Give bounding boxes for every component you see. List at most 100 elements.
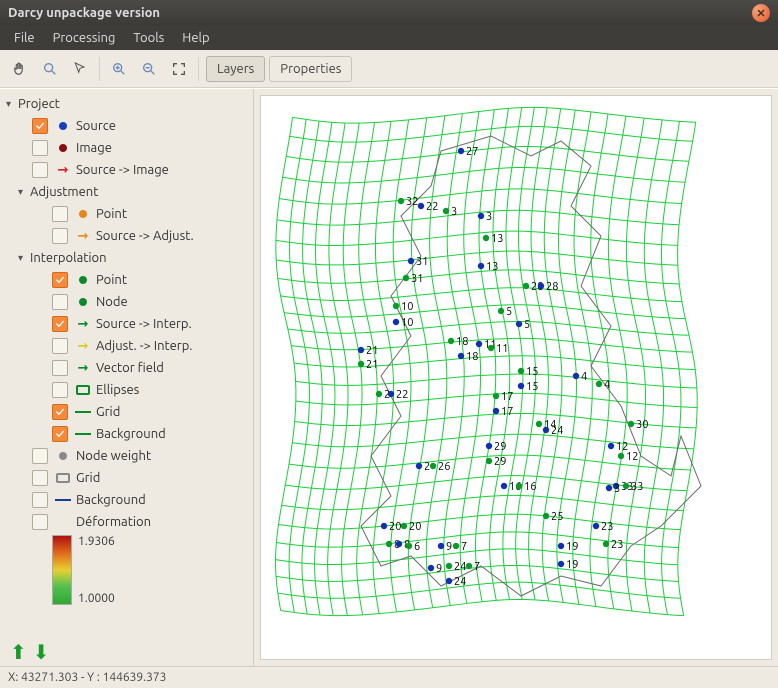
zoom-out-tool[interactable]	[135, 55, 163, 83]
item-source[interactable]: Source	[76, 119, 116, 133]
close-button[interactable]	[752, 4, 770, 22]
svg-text:11: 11	[496, 343, 508, 355]
svg-text:31: 31	[416, 256, 428, 268]
dot-icon	[79, 298, 87, 306]
svg-text:19: 19	[566, 559, 578, 571]
move-down-button[interactable]: ⬇	[33, 640, 50, 664]
svg-text:17: 17	[501, 406, 513, 418]
dot-icon	[79, 210, 87, 218]
item-int-point[interactable]: Point	[96, 273, 127, 287]
box-icon	[56, 473, 70, 483]
svg-text:20: 20	[409, 521, 421, 533]
dot-icon	[59, 122, 67, 130]
fit-view-tool[interactable]	[165, 55, 193, 83]
item-src-img[interactable]: Source -> Image	[76, 163, 169, 177]
chk-int-point[interactable]	[52, 272, 68, 288]
svg-text:23: 23	[611, 539, 623, 551]
chk-image[interactable]	[32, 140, 48, 156]
svg-text:9: 9	[446, 541, 452, 553]
move-up-button[interactable]: ⬆	[10, 640, 27, 664]
svg-text:5: 5	[506, 306, 512, 318]
chk-src-adj[interactable]	[52, 228, 68, 244]
svg-text:28: 28	[546, 281, 558, 293]
svg-text:32: 32	[406, 196, 418, 208]
item-adj-point[interactable]: Point	[96, 207, 127, 221]
chk-bg-int[interactable]	[52, 426, 68, 442]
item-background[interactable]: Background	[76, 493, 146, 507]
svg-text:25: 25	[551, 511, 563, 523]
item-grid-int[interactable]: Grid	[96, 405, 120, 419]
window-title: Darcy unpackage version	[8, 6, 752, 20]
pan-tool[interactable]	[6, 55, 34, 83]
chk-deformation[interactable]	[32, 514, 48, 530]
tree-adjustment[interactable]: Adjustment	[30, 185, 98, 199]
svg-text:7: 7	[461, 541, 467, 553]
svg-text:21: 21	[366, 345, 378, 357]
svg-text:6: 6	[414, 541, 420, 553]
chk-nodeweight[interactable]	[32, 448, 48, 464]
chk-background[interactable]	[32, 492, 48, 508]
menu-help[interactable]: Help	[174, 28, 217, 48]
chk-adj-int[interactable]	[52, 338, 68, 354]
tab-layers[interactable]: Layers	[206, 56, 265, 82]
svg-text:31: 31	[411, 273, 423, 285]
svg-text:24: 24	[454, 576, 466, 588]
menu-file[interactable]: File	[6, 28, 43, 48]
chk-src-int[interactable]	[52, 316, 68, 332]
chk-grid-int[interactable]	[52, 404, 68, 420]
svg-text:4: 4	[604, 379, 610, 391]
item-ellipses[interactable]: Ellipses	[96, 383, 139, 397]
close-icon	[756, 8, 766, 18]
colorbar-gradient	[52, 535, 72, 605]
magnifier-icon	[42, 61, 58, 77]
svg-text:18: 18	[456, 336, 468, 348]
menu-tools[interactable]: Tools	[125, 28, 172, 48]
chk-adj-point[interactable]	[52, 206, 68, 222]
item-bg-int[interactable]: Background	[96, 427, 166, 441]
svg-text:2: 2	[424, 461, 430, 473]
zoom-out-icon	[141, 61, 157, 77]
item-deformation[interactable]: Déformation	[76, 515, 151, 529]
item-src-int[interactable]: Source -> Interp.	[96, 317, 192, 331]
tree-project[interactable]: Project	[18, 97, 60, 111]
chevron-down-icon[interactable]: ▾	[18, 252, 30, 264]
item-int-node[interactable]: Node	[96, 295, 128, 309]
svg-text:15: 15	[526, 381, 538, 393]
svg-text:12: 12	[626, 451, 638, 463]
svg-text:19: 19	[566, 541, 578, 553]
chk-vector[interactable]	[52, 360, 68, 376]
chk-ellipses[interactable]	[52, 382, 68, 398]
line-icon	[55, 499, 71, 501]
chevron-down-icon[interactable]: ▾	[18, 186, 30, 198]
chk-int-node[interactable]	[52, 294, 68, 310]
arrow-icon: →	[78, 361, 89, 376]
svg-text:17: 17	[501, 391, 513, 403]
tree-interpolation[interactable]: Interpolation	[30, 251, 107, 265]
item-nodeweight[interactable]: Node weight	[76, 449, 151, 463]
tab-properties[interactable]: Properties	[269, 56, 352, 82]
pointer-tool[interactable]	[66, 55, 94, 83]
menu-processing[interactable]: Processing	[45, 28, 124, 48]
svg-text:23: 23	[601, 521, 613, 533]
svg-text:16: 16	[524, 481, 536, 493]
layer-tree[interactable]: ▾Project Source Image →Source -> Image ▾…	[0, 89, 253, 638]
svg-text:33: 33	[631, 481, 643, 493]
item-src-adj[interactable]: Source -> Adjust.	[96, 229, 194, 243]
svg-text:30: 30	[636, 419, 648, 431]
cursor-icon	[72, 60, 88, 78]
item-vector[interactable]: Vector field	[96, 361, 164, 375]
chevron-down-icon[interactable]: ▾	[6, 98, 18, 110]
svg-text:15: 15	[526, 366, 538, 378]
item-adj-int[interactable]: Adjust. -> Interp.	[96, 339, 192, 353]
item-grid[interactable]: Grid	[76, 471, 100, 485]
zoom-tool[interactable]	[36, 55, 64, 83]
zoom-in-tool[interactable]	[105, 55, 133, 83]
map-canvas[interactable]: 2732223313313113282810105518111121211815…	[260, 95, 772, 660]
line-icon	[75, 411, 91, 413]
item-image[interactable]: Image	[76, 141, 112, 155]
chk-grid[interactable]	[32, 470, 48, 486]
chk-src-img[interactable]	[32, 162, 48, 178]
arrow-icon: →	[78, 229, 89, 244]
chk-source[interactable]	[32, 118, 48, 134]
svg-text:22: 22	[396, 389, 408, 401]
